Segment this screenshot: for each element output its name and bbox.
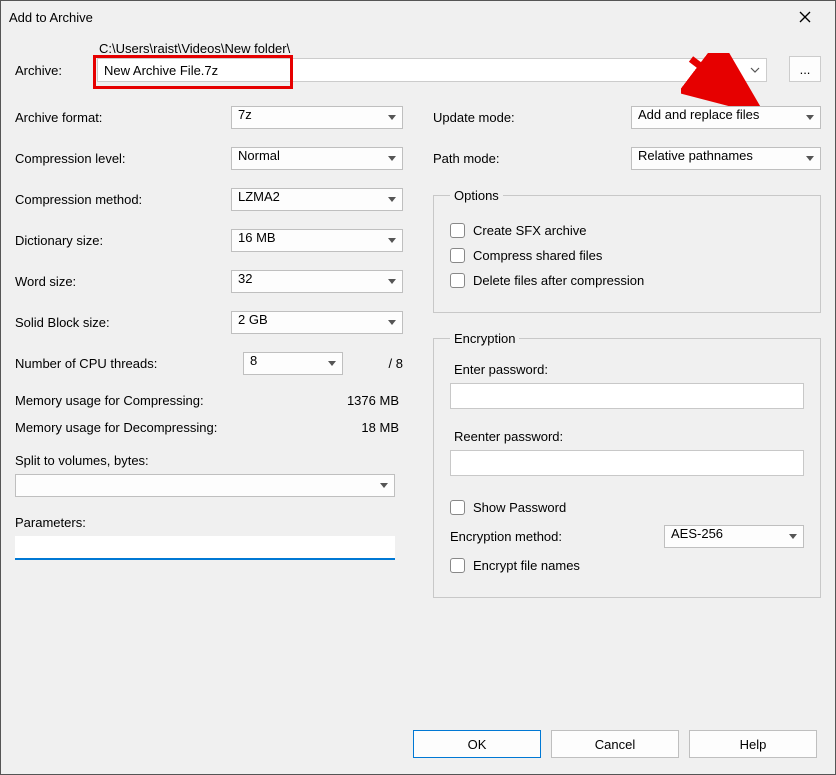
encryption-method-label: Encryption method: xyxy=(450,529,664,544)
path-mode-label: Path mode: xyxy=(433,151,631,166)
archive-label: Archive: xyxy=(15,63,85,82)
button-bar: OK Cancel Help xyxy=(413,730,817,758)
enter-password-label: Enter password: xyxy=(454,362,804,377)
encryption-method-select[interactable]: AES-256 xyxy=(664,525,804,548)
chevron-down-icon xyxy=(750,63,760,78)
dictionary-size-select[interactable]: 16 MB xyxy=(231,229,403,252)
archive-format-select[interactable]: 7z xyxy=(231,106,403,129)
close-button[interactable] xyxy=(783,2,827,32)
compression-method-select[interactable]: LZMA2 xyxy=(231,188,403,211)
reenter-password-label: Reenter password: xyxy=(454,429,804,444)
archive-filename-combo[interactable]: New Archive File.7z xyxy=(97,58,767,82)
update-mode-label: Update mode: xyxy=(433,110,631,125)
encryption-legend: Encryption xyxy=(450,331,519,346)
browse-button[interactable]: ... xyxy=(789,56,821,82)
cancel-button[interactable]: Cancel xyxy=(551,730,679,758)
parameters-input[interactable] xyxy=(15,536,395,560)
reenter-password-input[interactable] xyxy=(450,450,804,476)
checkbox-icon xyxy=(450,558,465,573)
delete-after-checkbox[interactable]: Delete files after compression xyxy=(450,273,804,288)
left-column: Archive format: 7z Compression level: No… xyxy=(15,106,403,616)
encryption-group: Encryption Enter password: Reenter passw… xyxy=(433,331,821,598)
checkbox-icon xyxy=(450,248,465,263)
close-icon xyxy=(799,11,811,23)
archive-filename: New Archive File.7z xyxy=(104,63,218,78)
compress-shared-checkbox[interactable]: Compress shared files xyxy=(450,248,804,263)
compression-method-label: Compression method: xyxy=(15,192,231,207)
dialog-window: Add to Archive Archive: C:\Users\raist\V… xyxy=(0,0,836,775)
show-password-checkbox[interactable]: Show Password xyxy=(450,500,804,515)
memory-decompress-value: 18 MB xyxy=(231,420,403,435)
cpu-threads-label: Number of CPU threads: xyxy=(15,356,243,371)
word-size-label: Word size: xyxy=(15,274,231,289)
compression-level-label: Compression level: xyxy=(15,151,231,166)
help-button[interactable]: Help xyxy=(689,730,817,758)
parameters-label: Parameters: xyxy=(15,515,403,530)
split-volumes-label: Split to volumes, bytes: xyxy=(15,453,403,468)
checkbox-icon xyxy=(450,223,465,238)
solid-block-size-select[interactable]: 2 GB xyxy=(231,311,403,334)
archive-format-label: Archive format: xyxy=(15,110,231,125)
archive-path: C:\Users\raist\Videos\New folder\ xyxy=(97,41,767,56)
window-title: Add to Archive xyxy=(9,10,783,25)
update-mode-select[interactable]: Add and replace files xyxy=(631,106,821,129)
ok-button[interactable]: OK xyxy=(413,730,541,758)
encrypt-filenames-checkbox[interactable]: Encrypt file names xyxy=(450,558,804,573)
browse-label: ... xyxy=(800,62,811,77)
memory-compress-value: 1376 MB xyxy=(231,393,403,408)
dictionary-size-label: Dictionary size: xyxy=(15,233,231,248)
memory-decompress-label: Memory usage for Decompressing: xyxy=(15,420,231,435)
solid-block-size-label: Solid Block size: xyxy=(15,315,231,330)
right-column: Update mode: Add and replace files Path … xyxy=(433,106,821,616)
enter-password-input[interactable] xyxy=(450,383,804,409)
options-group: Options Create SFX archive Compress shar… xyxy=(433,188,821,313)
cpu-threads-total: / 8 xyxy=(343,356,403,371)
compression-level-select[interactable]: Normal xyxy=(231,147,403,170)
word-size-select[interactable]: 32 xyxy=(231,270,403,293)
path-mode-select[interactable]: Relative pathnames xyxy=(631,147,821,170)
checkbox-icon xyxy=(450,500,465,515)
memory-compress-label: Memory usage for Compressing: xyxy=(15,393,231,408)
options-legend: Options xyxy=(450,188,503,203)
create-sfx-checkbox[interactable]: Create SFX archive xyxy=(450,223,804,238)
split-volumes-select[interactable] xyxy=(15,474,395,497)
checkbox-icon xyxy=(450,273,465,288)
titlebar: Add to Archive xyxy=(1,1,835,33)
cpu-threads-select[interactable]: 8 xyxy=(243,352,343,375)
